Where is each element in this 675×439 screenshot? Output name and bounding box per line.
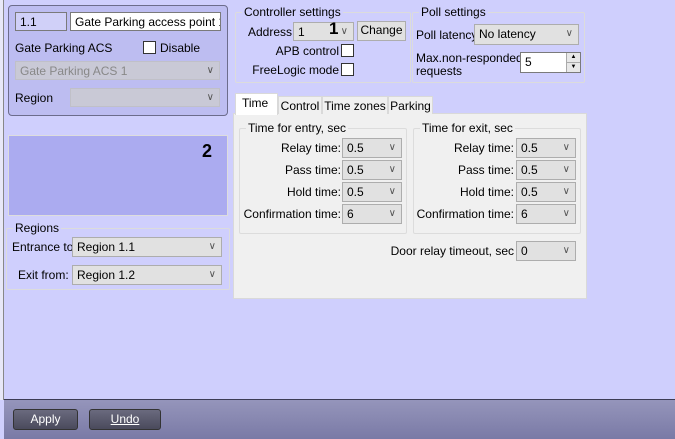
chevron-down-icon: ∨ — [340, 26, 348, 37]
entry-relay-value: 0.5 — [347, 141, 364, 155]
max-requests-label-line2: requests — [416, 64, 463, 78]
apb-control-label: APB control — [275, 44, 339, 58]
apb-control-checkbox[interactable] — [341, 44, 354, 57]
parent-acs-select: Gate Parking ACS 1 ∨ — [15, 61, 220, 80]
spin-down-icon[interactable]: ▼ — [566, 62, 580, 72]
entry-pass-value: 0.5 — [347, 163, 364, 177]
parent-acs-label: Gate Parking ACS — [15, 41, 113, 55]
address-value: 1 — [298, 25, 305, 39]
exit-pass-label: Pass time: — [457, 163, 514, 177]
chevron-down-icon: ∨ — [388, 208, 396, 219]
entry-confirm-select[interactable]: 6 ∨ — [342, 204, 402, 224]
door-relay-timeout-value: 0 — [521, 244, 528, 258]
access-point-name-input[interactable]: Gate Parking access point 1 — [70, 12, 221, 31]
exit-pass-value: 0.5 — [521, 163, 538, 177]
disable-label: Disable — [160, 41, 201, 55]
entry-pass-label: Pass time: — [284, 163, 341, 177]
exit-confirm-select[interactable]: 6 ∨ — [516, 204, 576, 224]
exit-confirm-value: 6 — [521, 207, 528, 221]
entry-confirm-value: 6 — [347, 207, 354, 221]
preview-marker: 2 — [202, 141, 213, 161]
address-label: Address — [247, 25, 292, 39]
chevron-down-icon: ∨ — [206, 65, 214, 76]
chevron-down-icon: ∨ — [206, 92, 214, 103]
tab-control[interactable]: Control — [278, 96, 322, 114]
controller-settings-title: Controller settings — [242, 5, 343, 19]
entrance-select[interactable]: Region 1.1 ∨ — [72, 237, 222, 257]
chevron-down-icon: ∨ — [388, 142, 396, 153]
entrance-label: Entrance to: — [12, 240, 77, 254]
poll-latency-value: No latency — [479, 27, 536, 41]
poll-latency-label: Poll latency — [416, 28, 478, 42]
exit-relay-select[interactable]: 0.5 ∨ — [516, 138, 576, 158]
apply-button[interactable]: Apply — [13, 409, 78, 430]
chevron-down-icon: ∨ — [388, 164, 396, 175]
exit-hold-select[interactable]: 0.5 ∨ — [516, 182, 576, 202]
chevron-down-icon: ∨ — [562, 142, 570, 153]
exit-confirm-label: Confirmation time: — [416, 207, 514, 221]
max-requests-label-line1: Max.non-responded — [416, 51, 523, 65]
door-relay-timeout-select[interactable]: 0 ∨ — [516, 241, 576, 261]
exit-hold-value: 0.5 — [521, 185, 538, 199]
chevron-down-icon: ∨ — [208, 241, 216, 252]
regions-title: Regions — [13, 221, 62, 235]
exit-label: Exit from: — [18, 268, 69, 282]
door-relay-timeout-label: Door relay timeout, sec — [390, 244, 514, 258]
entry-relay-label: Relay time: — [280, 141, 341, 155]
undo-button[interactable]: Undo — [89, 409, 161, 430]
chevron-down-icon: ∨ — [565, 28, 573, 39]
left-border — [0, 0, 4, 400]
region-select[interactable]: ∨ — [70, 88, 220, 107]
chevron-down-icon: ∨ — [562, 208, 570, 219]
exit-select[interactable]: Region 1.2 ∨ — [72, 265, 222, 285]
freelogic-mode-checkbox[interactable] — [341, 63, 354, 76]
poll-settings-title: Poll settings — [419, 5, 488, 19]
entry-hold-value: 0.5 — [347, 185, 364, 199]
chevron-down-icon: ∨ — [562, 245, 570, 256]
entrance-value: Region 1.1 — [77, 240, 136, 254]
exit-relay-value: 0.5 — [521, 141, 538, 155]
address-marker: 1 — [329, 19, 339, 38]
chevron-down-icon: ∨ — [208, 269, 216, 280]
spin-up-icon[interactable]: ▲ — [566, 53, 580, 62]
address-select[interactable]: 1 1 ∨ — [293, 19, 354, 41]
tab-time[interactable]: Time — [235, 93, 278, 115]
exit-time-title: Time for exit, sec — [420, 121, 515, 135]
entry-relay-select[interactable]: 0.5 ∨ — [342, 138, 402, 158]
entry-time-title: Time for entry, sec — [246, 121, 349, 135]
entry-pass-select[interactable]: 0.5 ∨ — [342, 160, 402, 180]
change-address-button[interactable]: Change — [357, 21, 406, 41]
tab-time-zones[interactable]: Time zones — [322, 96, 388, 114]
max-requests-spinner[interactable]: 5 ▲ ▼ — [520, 52, 581, 73]
chevron-down-icon: ∨ — [562, 186, 570, 197]
entry-confirm-label: Confirmation time: — [243, 207, 341, 221]
entry-hold-label: Hold time: — [286, 185, 341, 199]
exit-pass-select[interactable]: 0.5 ∨ — [516, 160, 576, 180]
chevron-down-icon: ∨ — [562, 164, 570, 175]
region-label: Region — [15, 91, 54, 105]
access-point-number-input[interactable]: 1.1 — [15, 12, 67, 31]
exit-hold-label: Hold time: — [459, 185, 514, 199]
freelogic-mode-label: FreeLogic mode — [252, 63, 339, 77]
exit-relay-label: Relay time: — [453, 141, 514, 155]
disable-checkbox[interactable] — [143, 41, 156, 54]
tab-parking[interactable]: Parking — [388, 96, 433, 114]
preview-panel — [8, 135, 228, 216]
poll-latency-select[interactable]: No latency ∨ — [474, 24, 579, 45]
parent-acs-value: Gate Parking ACS 1 — [20, 64, 128, 78]
exit-value: Region 1.2 — [77, 268, 136, 282]
entry-hold-select[interactable]: 0.5 ∨ — [342, 182, 402, 202]
max-requests-value: 5 — [525, 55, 532, 69]
chevron-down-icon: ∨ — [388, 186, 396, 197]
